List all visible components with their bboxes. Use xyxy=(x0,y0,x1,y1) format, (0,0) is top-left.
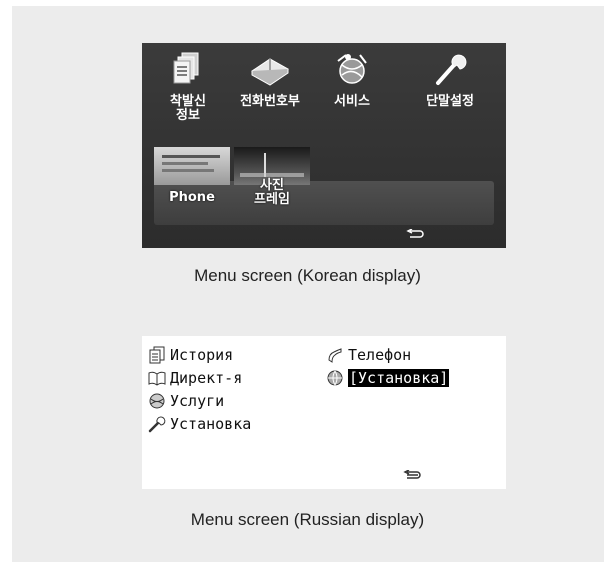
settings-wrench-icon xyxy=(436,54,467,85)
menu-item-telephone[interactable]: Телефон xyxy=(326,344,411,366)
menu-item-label: Установка xyxy=(170,415,252,433)
menu-item-label: 서비스 xyxy=(334,94,370,109)
menu-item-label: Телефон xyxy=(348,346,412,364)
menu-item-label: Директ-я xyxy=(170,369,243,387)
back-arrow-icon[interactable] xyxy=(403,470,421,482)
menu-item-directory[interactable]: Директ-я xyxy=(148,367,242,389)
menu-item-settings[interactable]: Установка xyxy=(148,413,251,435)
directory-book-icon xyxy=(148,371,166,386)
history-icon xyxy=(149,346,165,364)
menu-item-label: 착발신 정보 xyxy=(170,94,206,123)
call-history-icon xyxy=(173,52,199,84)
menu-item-label: История xyxy=(170,346,234,364)
phone-handset-icon xyxy=(328,348,342,363)
back-arrow-icon[interactable] xyxy=(406,229,424,241)
menu-item-terminal-settings[interactable]: 단말설정 xyxy=(410,51,490,131)
menu-item-services[interactable]: Услуги xyxy=(148,390,224,412)
menu-item-phonebook[interactable]: 전화번호부 xyxy=(230,51,310,131)
menu-item-label: Услуги xyxy=(170,392,225,410)
menu-item-label: 단말설정 xyxy=(426,94,474,109)
korean-menu-screen: 착발신 정보 전화번호부 서비스 단말설정 Phone 사진 프레임 xyxy=(142,43,506,248)
services-icon xyxy=(337,54,367,84)
phonebook-icon xyxy=(251,58,289,86)
menu-item-label: [Установка] xyxy=(348,369,450,387)
korean-caption: Menu screen (Korean display) xyxy=(194,266,421,285)
menu-item-history[interactable]: История xyxy=(148,344,233,366)
menu-item-setup-selected[interactable]: [Установка] xyxy=(326,367,450,389)
phone-thumbnail[interactable] xyxy=(154,147,230,185)
dock-item-label-photo-frame: 사진 프레임 xyxy=(254,178,290,207)
dock-item-label-phone: Phone xyxy=(169,190,215,205)
services-icon xyxy=(149,393,165,409)
menu-item-services[interactable]: 서비스 xyxy=(312,51,392,131)
globe-settings-icon xyxy=(327,370,343,387)
russian-caption: Menu screen (Russian display) xyxy=(190,510,425,529)
wrench-icon xyxy=(148,416,166,433)
menu-item-call-history[interactable]: 착발신 정보 xyxy=(148,51,228,131)
russian-menu-screen: История Директ-я Услуги Установка Телефо… xyxy=(142,336,506,489)
menu-item-label: 전화번호부 xyxy=(240,94,300,109)
